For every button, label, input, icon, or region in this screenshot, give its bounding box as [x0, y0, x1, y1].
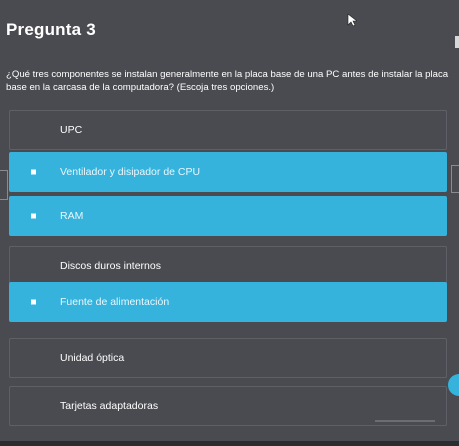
- checkbox-square-icon: [31, 299, 36, 305]
- option-fuente[interactable]: Fuente de alimentación: [9, 282, 447, 322]
- option-label: Fuente de alimentación: [60, 296, 170, 308]
- option-label: RAM: [60, 210, 84, 222]
- page-title: Pregunta 3: [6, 20, 96, 39]
- option-label: Tarjetas adaptadoras: [60, 400, 159, 412]
- option-ventilador[interactable]: Ventilador y disipador de CPU: [9, 152, 447, 192]
- option-label: Unidad óptica: [60, 352, 125, 364]
- option-ram[interactable]: RAM: [9, 196, 447, 236]
- option-label: Discos duros internos: [60, 260, 161, 272]
- bottom-bar: [0, 441, 459, 446]
- question-text: ¿Qué tres componentes se instalan genera…: [6, 69, 449, 93]
- scrollbar-indicator[interactable]: [455, 36, 459, 48]
- option-discos[interactable]: Discos duros internos: [9, 246, 447, 286]
- mouse-pointer-icon: [347, 13, 357, 27]
- right-frame-edge: [451, 165, 459, 193]
- checkbox-square-icon: [31, 213, 36, 219]
- option-unidad[interactable]: Unidad óptica: [9, 338, 447, 378]
- option-upc[interactable]: UPC: [9, 110, 447, 150]
- option-label: UPC: [60, 124, 83, 136]
- option-label: Ventilador y disipador de CPU: [60, 166, 201, 178]
- checkbox-square-icon: [31, 169, 36, 175]
- left-frame-edge: [0, 170, 8, 200]
- divider: [375, 420, 435, 422]
- navigation-circle-button[interactable]: [448, 374, 459, 396]
